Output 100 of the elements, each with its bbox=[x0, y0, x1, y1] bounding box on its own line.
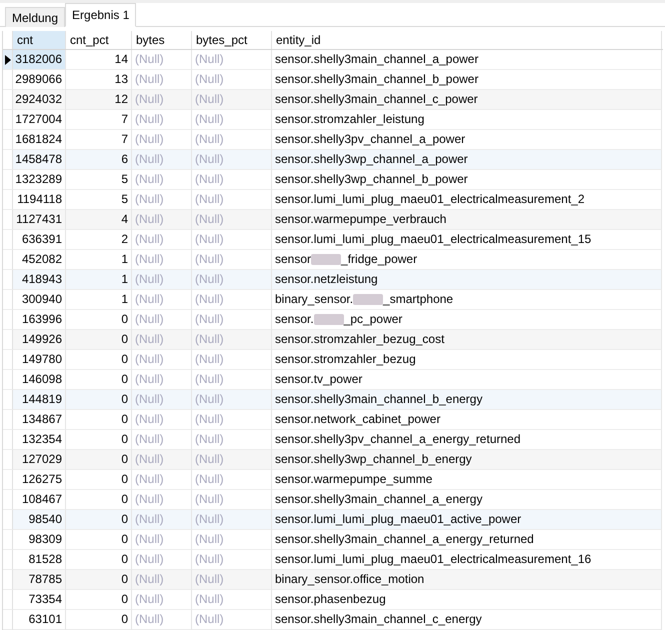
table-cell: 78785 bbox=[13, 570, 66, 590]
table-cell: (Null) bbox=[132, 350, 192, 370]
table-cell: 300940 bbox=[13, 290, 66, 310]
table-cell: 0 bbox=[66, 510, 132, 530]
table-cell: sensor.netzleistung bbox=[272, 270, 662, 290]
column-header[interactable]: bytes bbox=[132, 31, 192, 49]
table-cell: 14 bbox=[66, 50, 132, 70]
table-cell: (Null) bbox=[132, 410, 192, 430]
table-cell: 3182006 bbox=[13, 50, 66, 70]
table-cell: (Null) bbox=[132, 150, 192, 170]
table-cell: 4 bbox=[66, 210, 132, 230]
table-cell: (Null) bbox=[132, 510, 192, 530]
table-cell-text: sensor. bbox=[275, 311, 314, 328]
table-cell: (Null) bbox=[192, 210, 272, 230]
table-cell-text: _smartphone bbox=[383, 291, 454, 308]
table-cell: 127029 bbox=[13, 450, 66, 470]
table-cell: (Null) bbox=[132, 170, 192, 190]
table-cell: 2924032 bbox=[13, 90, 66, 110]
column-header[interactable]: bytes_pct bbox=[192, 31, 272, 49]
table-cell: 98309 bbox=[13, 530, 66, 550]
table-cell: sensor.network_cabinet_power bbox=[272, 410, 662, 430]
table-cell: 1323289 bbox=[13, 170, 66, 190]
table-cell: (Null) bbox=[192, 50, 272, 70]
column-header[interactable]: cnt_pct bbox=[66, 31, 132, 49]
table-cell: (Null) bbox=[132, 470, 192, 490]
table-cell: (Null) bbox=[132, 530, 192, 550]
table-cell: 63101 bbox=[13, 610, 66, 630]
table-cell: (Null) bbox=[192, 510, 272, 530]
tab[interactable]: Meldung bbox=[5, 7, 66, 27]
table-cell-text: binary_sensor. bbox=[275, 291, 354, 308]
table-cell: 6 bbox=[66, 150, 132, 170]
table-cell: (Null) bbox=[132, 570, 192, 590]
table-cell: 636391 bbox=[13, 230, 66, 250]
table-cell: (Null) bbox=[132, 90, 192, 110]
table-cell: 0 bbox=[66, 590, 132, 610]
table-cell: binary_sensor.office_motion bbox=[272, 570, 662, 590]
table-cell: sensor.lumi_lumi_plug_maeu01_electricalmeasurement_15 bbox=[272, 230, 662, 250]
table-cell: (Null) bbox=[132, 610, 192, 630]
table-cell: 1727004 bbox=[13, 110, 66, 130]
table-cell: sensor.shelly3main_channel_a_power bbox=[272, 50, 662, 70]
table-cell: 2 bbox=[66, 230, 132, 250]
table-cell: 1458478 bbox=[13, 150, 66, 170]
table-cell: (Null) bbox=[192, 530, 272, 550]
table-cell: 0 bbox=[66, 530, 132, 550]
table-cell: sensor.lumi_lumi_plug_maeu01_active_power bbox=[272, 510, 662, 530]
column-header[interactable]: entity_id bbox=[272, 31, 662, 49]
table-cell: sensor.shelly3main_channel_c_energy bbox=[272, 610, 662, 630]
table-cell-text: sensor bbox=[275, 251, 312, 268]
table-cell: (Null) bbox=[192, 590, 272, 610]
table-cell: (Null) bbox=[192, 330, 272, 350]
table-cell: sensor.warmepumpe_summe bbox=[272, 470, 662, 490]
table-cell: (Null) bbox=[192, 230, 272, 250]
table-cell: 0 bbox=[66, 390, 132, 410]
table-cell: 418943 bbox=[13, 270, 66, 290]
table-cell: sensor.shelly3wp_channel_a_power bbox=[272, 150, 662, 170]
table-cell: sensor.stromzahler_bezug_cost bbox=[272, 330, 662, 350]
table-cell: 98540 bbox=[13, 510, 66, 530]
table-cell: 0 bbox=[66, 350, 132, 370]
table-cell: sensor.stromzahler_bezug bbox=[272, 350, 662, 370]
table-cell: 73354 bbox=[13, 590, 66, 610]
table-cell: (Null) bbox=[132, 590, 192, 610]
table-cell-text: _pc_power bbox=[344, 311, 402, 328]
table-cell: sensor.shelly3main_channel_c_power bbox=[272, 90, 662, 110]
table-cell: (Null) bbox=[132, 330, 192, 350]
tab[interactable]: Ergebnis 1 bbox=[65, 3, 136, 27]
table-cell: (Null) bbox=[192, 390, 272, 410]
column-header[interactable]: cnt bbox=[13, 31, 66, 49]
table-cell: 0 bbox=[66, 610, 132, 630]
table-cell: 144819 bbox=[13, 390, 66, 410]
table-cell: 0 bbox=[66, 330, 132, 350]
table-cell: (Null) bbox=[192, 450, 272, 470]
table-cell: (Null) bbox=[192, 170, 272, 190]
table-cell: (Null) bbox=[192, 150, 272, 170]
table-cell: sensor.shelly3wp_channel_b_power bbox=[272, 170, 662, 190]
table-cell: sensor.shelly3main_channel_a_energy_returned bbox=[272, 530, 662, 550]
table-cell: 1 bbox=[66, 290, 132, 310]
table-cell: (Null) bbox=[192, 470, 272, 490]
table-cell: (Null) bbox=[132, 210, 192, 230]
table-cell: 7 bbox=[66, 110, 132, 130]
table-cell: 0 bbox=[66, 570, 132, 590]
table-cell: (Null) bbox=[132, 450, 192, 470]
table-cell: 1 bbox=[66, 270, 132, 290]
table-cell: 1127431 bbox=[13, 210, 66, 230]
table-cell: 126275 bbox=[13, 470, 66, 490]
table-cell: (Null) bbox=[192, 270, 272, 290]
table-cell: sensor.shelly3main_channel_b_energy bbox=[272, 390, 662, 410]
table-cell: (Null) bbox=[132, 270, 192, 290]
table-cell: (Null) bbox=[192, 110, 272, 130]
table-cell: 149926 bbox=[13, 330, 66, 350]
table-cell: 0 bbox=[66, 470, 132, 490]
table-cell: (Null) bbox=[132, 50, 192, 70]
table-cell: 12 bbox=[66, 90, 132, 110]
table-cell: sensor.stromzahler_leistung bbox=[272, 110, 662, 130]
table-cell: 0 bbox=[66, 450, 132, 470]
table-cell: sensor.phasenbezug bbox=[272, 590, 662, 610]
table-cell: (Null) bbox=[132, 290, 192, 310]
table-cell: sensor.shelly3wp_channel_b_energy bbox=[272, 450, 662, 470]
table-cell: sensor.warmepumpe_verbrauch bbox=[272, 210, 662, 230]
table-cell: 0 bbox=[66, 410, 132, 430]
table-cell: (Null) bbox=[132, 230, 192, 250]
